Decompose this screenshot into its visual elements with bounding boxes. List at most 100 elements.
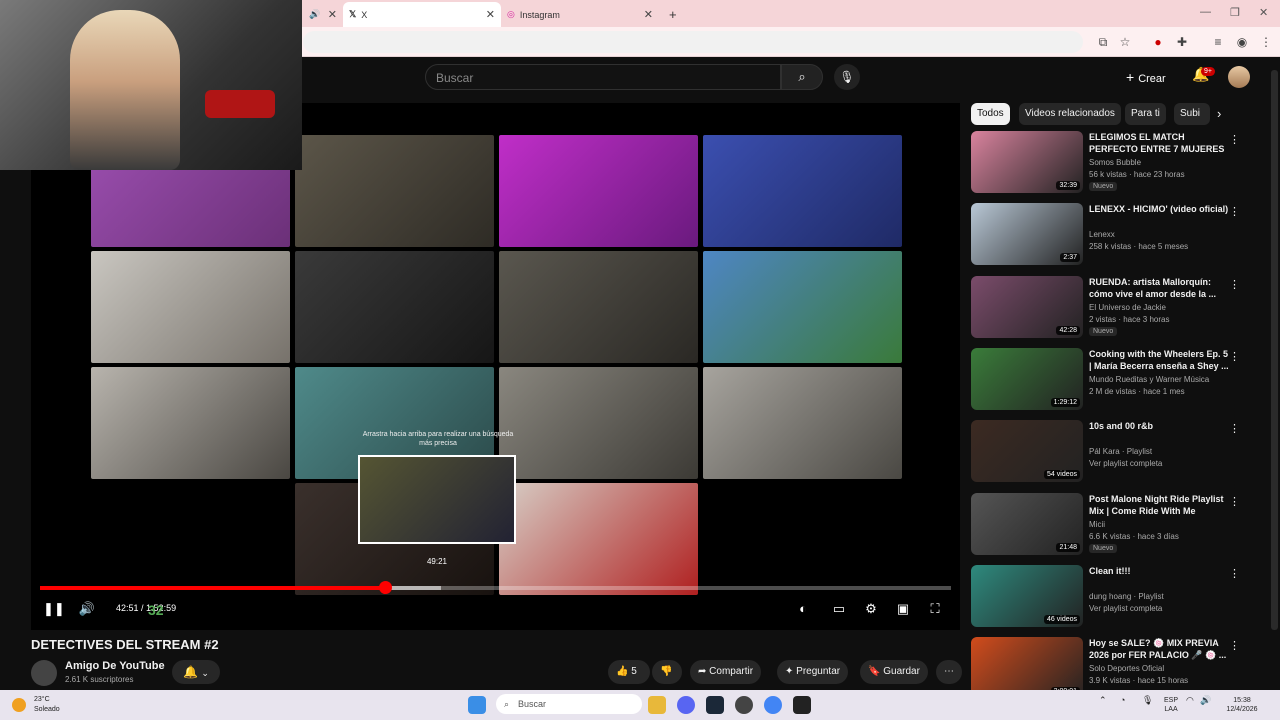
install-icon[interactable]: ⧉ bbox=[1096, 35, 1110, 49]
video-thumbnail[interactable]: 1:29:12 bbox=[971, 347, 1083, 410]
autoplay-toggle[interactable]: ◐ bbox=[794, 601, 812, 616]
language-indicator[interactable]: ESP LAA bbox=[1164, 696, 1178, 714]
recommendation-title[interactable]: ELEGIMOS EL MATCH PERFECTO ENTRE 7 MUJER… bbox=[1089, 131, 1229, 155]
chip-para-ti[interactable]: Para ti bbox=[1125, 103, 1166, 125]
recommendation-meta: Ver playlist completa bbox=[1089, 459, 1163, 469]
app-icon[interactable] bbox=[793, 696, 811, 714]
subtitles-button[interactable]: ▭ bbox=[830, 601, 848, 616]
recommendation-title[interactable]: 10s and 00 r&b bbox=[1089, 420, 1229, 432]
share-button[interactable]: ➦ Compartir bbox=[690, 660, 762, 684]
recommendation-channel[interactable]: Mundo Rueditas y Warner Música bbox=[1089, 375, 1209, 384]
video-thumbnail[interactable]: 21:48 bbox=[971, 492, 1083, 555]
speaker-tray-icon[interactable]: 🔊 bbox=[1200, 696, 1211, 705]
recommendation-item[interactable]: 21:48 Post Malone Night Ride Playlist Mix… bbox=[971, 492, 1241, 559]
voice-search-button[interactable]: 🎙 bbox=[834, 64, 860, 90]
recommendation-channel[interactable]: Solo Deportes Oficial bbox=[1089, 664, 1164, 673]
close-icon[interactable]: ✕ bbox=[644, 8, 653, 21]
maximize-icon[interactable]: ❐ bbox=[1230, 6, 1240, 19]
miniplayer-button[interactable]: ▣ bbox=[894, 601, 912, 616]
chevron-right-icon[interactable]: › bbox=[1217, 106, 1221, 121]
chip-subidos[interactable]: Subi bbox=[1174, 103, 1210, 125]
recommendation-channel[interactable]: dung hoang · Playlist bbox=[1089, 592, 1164, 601]
ask-button[interactable]: ✦ Preguntar bbox=[777, 660, 849, 684]
recommendation-item[interactable]: 32:39 ELEGIMOS EL MATCH PERFECTO ENTRE 7 … bbox=[971, 131, 1241, 197]
recommendation-title[interactable]: Post Malone Night Ride Playlist Mix | Co… bbox=[1089, 493, 1229, 517]
discord-icon[interactable] bbox=[677, 696, 695, 714]
more-options-icon[interactable]: ⋮ bbox=[1229, 495, 1240, 508]
taskbar-search[interactable]: ⌕ Buscar bbox=[496, 694, 642, 714]
recommendation-item[interactable]: 42:28 RUENDA: artista Mallorquín: cómo vi… bbox=[971, 275, 1241, 342]
minimize-icon[interactable]: — bbox=[1200, 6, 1211, 18]
playlist-icon[interactable]: ≡ bbox=[1211, 35, 1225, 49]
more-options-icon[interactable]: ⋮ bbox=[1229, 567, 1240, 580]
recommendation-title[interactable]: Clean it!!! bbox=[1089, 565, 1229, 577]
browser-menu-icon[interactable]: ⋮ bbox=[1259, 35, 1273, 49]
video-thumbnail[interactable]: 32:39 bbox=[971, 131, 1083, 193]
chrome-icon[interactable] bbox=[764, 696, 782, 714]
close-icon[interactable]: ✕ bbox=[328, 8, 337, 21]
channel-avatar[interactable] bbox=[31, 660, 57, 686]
dislike-button[interactable]: 👎 bbox=[652, 660, 682, 684]
account-avatar[interactable] bbox=[1228, 66, 1250, 88]
subscription-bell-button[interactable]: 🔔 ⌄ bbox=[172, 660, 220, 684]
fullscreen-button[interactable]: ⛶ bbox=[926, 601, 944, 616]
steam-icon[interactable] bbox=[706, 696, 724, 714]
recommendation-item[interactable]: 2:37 LENEXX - HICIMO' (video oficial) Lene… bbox=[971, 203, 1241, 269]
recommendation-item[interactable]: 46 videos Clean it!!! dung hoang · Playlis… bbox=[971, 564, 1241, 631]
recommendation-title[interactable]: RUENDA: artista Mallorquín: cómo vive el… bbox=[1089, 276, 1229, 300]
settings-button[interactable]: ⚙ bbox=[862, 601, 880, 616]
more-options-icon[interactable]: ⋮ bbox=[1229, 205, 1240, 218]
like-button[interactable]: 👍 5 bbox=[608, 660, 650, 684]
close-icon[interactable]: ✕ bbox=[486, 8, 495, 21]
pause-button[interactable]: ❚❚ bbox=[43, 601, 65, 616]
url-field[interactable] bbox=[303, 31, 1083, 53]
more-options-icon[interactable]: ⋮ bbox=[1229, 278, 1240, 291]
recommendation-channel[interactable]: Micii bbox=[1089, 520, 1105, 529]
recommendation-title[interactable]: Cooking with the Wheelers Ep. 5 | María … bbox=[1089, 348, 1229, 372]
extensions-icon[interactable]: ✚ bbox=[1175, 35, 1189, 49]
video-thumbnail[interactable]: 46 videos bbox=[971, 564, 1083, 627]
chevron-up-icon[interactable]: ⌃ bbox=[1099, 696, 1107, 705]
profile-icon[interactable]: ◉ bbox=[1235, 35, 1249, 49]
recommendation-channel[interactable]: Lenexx bbox=[1089, 230, 1115, 239]
search-input[interactable]: Buscar bbox=[425, 64, 781, 90]
tab-x[interactable]: 𝕏 X ✕ bbox=[343, 2, 501, 27]
network-icon[interactable]: ◔ bbox=[1120, 696, 1125, 705]
more-actions-button[interactable]: ⋯ bbox=[936, 660, 962, 684]
recommendation-channel[interactable]: Somos Bubble bbox=[1089, 158, 1141, 167]
channel-name[interactable]: Amigo De YouTube bbox=[65, 660, 165, 672]
start-button[interactable] bbox=[468, 696, 486, 714]
video-thumbnail[interactable]: 42:28 bbox=[971, 275, 1083, 338]
file-explorer-icon[interactable] bbox=[648, 696, 666, 714]
recommendation-channel[interactable]: Pál Kara · Playlist bbox=[1089, 447, 1152, 456]
opera-icon[interactable]: ● bbox=[1151, 35, 1165, 49]
wifi-icon[interactable]: ◠ bbox=[1186, 696, 1194, 705]
chip-todos[interactable]: Todos bbox=[971, 103, 1010, 125]
volume-button[interactable]: 🔊 bbox=[78, 601, 96, 616]
video-thumbnail[interactable]: 2:37 bbox=[971, 203, 1083, 266]
more-options-icon[interactable]: ⋮ bbox=[1229, 133, 1240, 146]
search-button[interactable]: ⌕ bbox=[781, 64, 823, 90]
window-close-icon[interactable]: ✕ bbox=[1259, 6, 1268, 19]
recommendation-item[interactable]: 54 videos 10s and 00 r&b Pál Kara · Playli… bbox=[971, 420, 1241, 486]
new-tab-button[interactable]: + bbox=[663, 2, 683, 27]
video-thumbnail[interactable]: 54 videos bbox=[971, 420, 1083, 483]
more-options-icon[interactable]: ⋮ bbox=[1229, 639, 1240, 652]
more-options-icon[interactable]: ⋮ bbox=[1229, 422, 1240, 435]
clock[interactable]: 15:38 12/4/2026 bbox=[1220, 696, 1264, 714]
create-button[interactable]: + Crear bbox=[1126, 66, 1178, 88]
microphone-tray-icon[interactable]: 🎙 bbox=[1142, 696, 1153, 705]
bookmark-star-icon[interactable]: ☆ bbox=[1118, 35, 1132, 49]
recommendation-item[interactable]: 1:29:12 Cooking with the Wheelers Ep. 5 |… bbox=[971, 347, 1241, 414]
obs-icon[interactable] bbox=[735, 696, 753, 714]
scrollbar[interactable] bbox=[1271, 70, 1278, 630]
recommendation-channel[interactable]: El Universo de Jackie bbox=[1089, 303, 1166, 312]
tab-instagram[interactable]: ◎ Instagram ✕ bbox=[501, 2, 659, 27]
tab-audio[interactable]: 🔊 ✕ bbox=[303, 2, 343, 27]
weather-widget[interactable]: 23°C Soleado bbox=[12, 694, 82, 716]
save-button[interactable]: 🔖 Guardar bbox=[860, 660, 928, 684]
more-options-icon[interactable]: ⋮ bbox=[1229, 350, 1240, 363]
recommendation-title[interactable]: LENEXX - HICIMO' (video oficial) bbox=[1089, 203, 1229, 215]
chip-videos-relacionados[interactable]: Videos relacionados bbox=[1019, 103, 1121, 125]
recommendation-title[interactable]: Hoy se SALE? 🍥 MIX PREVIA 2026 por FER P… bbox=[1089, 637, 1229, 661]
